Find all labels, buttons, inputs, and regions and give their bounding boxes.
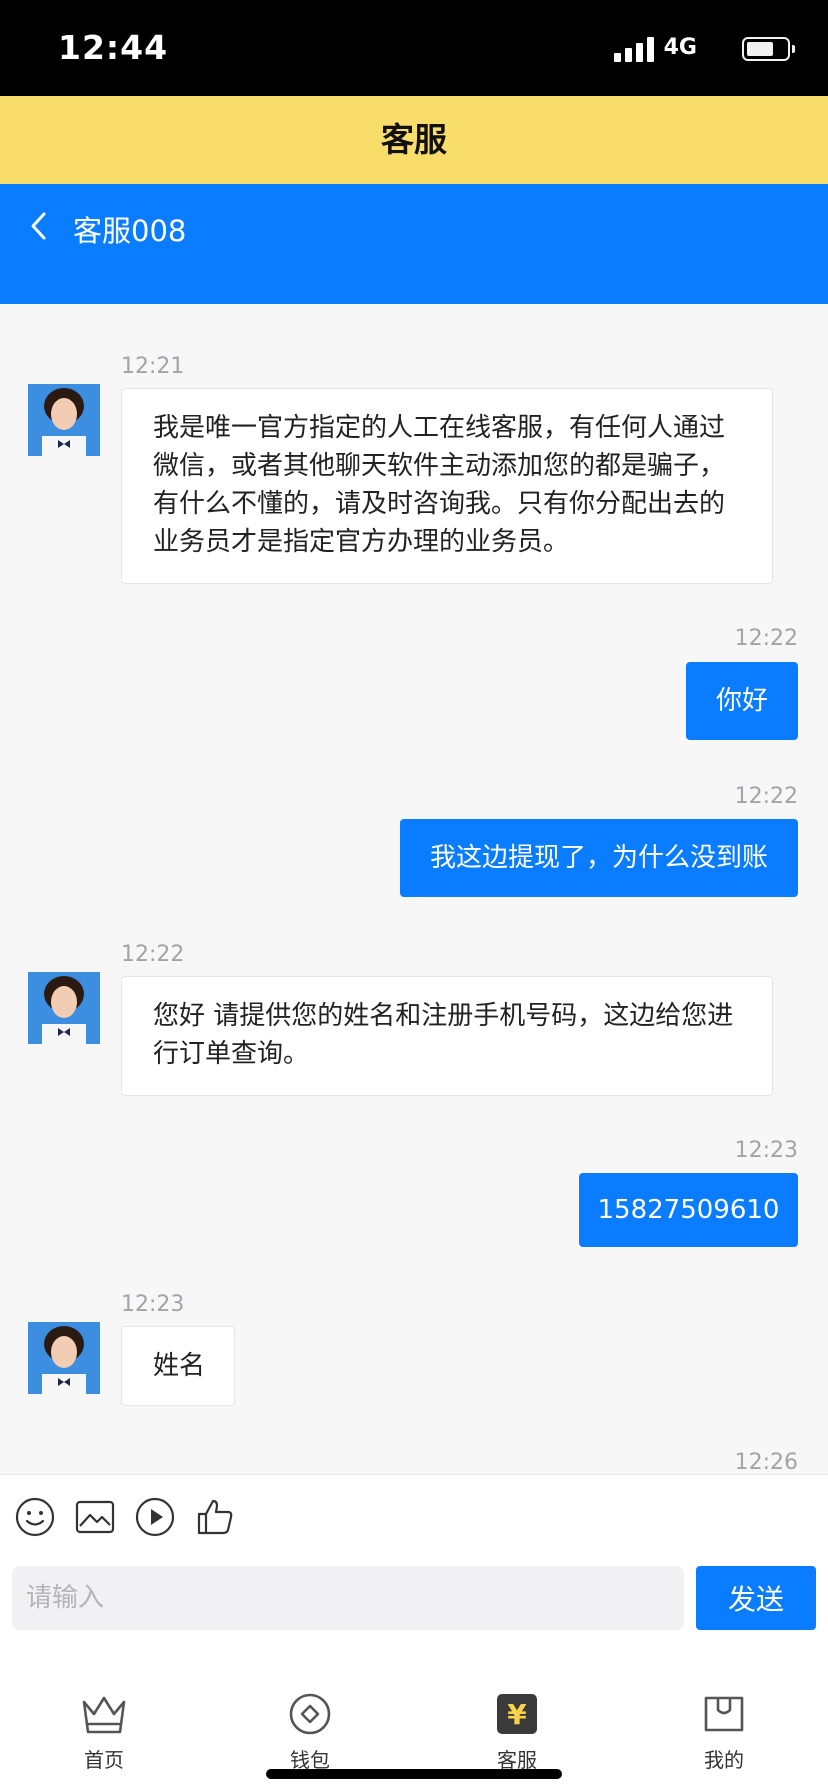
send-button[interactable]: 发送 — [696, 1566, 816, 1630]
composer: 发送 — [0, 1566, 828, 1636]
home-indicator — [266, 1769, 562, 1779]
tab-mine[interactable]: 我的 — [664, 1692, 784, 1773]
agent-message-bubble: 您好 请提供您的姓名和注册手机号码，这边给您进 行订单查询。 — [121, 976, 773, 1096]
status-time: 12:44 — [58, 28, 169, 67]
title-bar: 客服 — [0, 96, 828, 184]
back-icon[interactable] — [24, 206, 56, 246]
user-message-bubble: 我这边提现了，为什么没到账 — [400, 819, 798, 897]
profile-card-icon — [704, 1696, 744, 1732]
agent-message-bubble: 姓名 — [121, 1326, 235, 1406]
tab-home[interactable]: 首页 — [44, 1692, 164, 1773]
message-timestamp: 12:22 — [734, 784, 798, 809]
wallet-coin-icon — [289, 1693, 331, 1735]
agent-avatar — [28, 1322, 100, 1394]
status-bar: 12:44 4G — [0, 0, 828, 96]
user-message-bubble: 你好 — [686, 662, 798, 740]
crown-icon — [82, 1696, 126, 1734]
emoji-icon[interactable] — [15, 1497, 55, 1537]
chat-header: 客服008 — [0, 184, 828, 304]
signal-icon — [614, 36, 656, 62]
agent-avatar — [28, 384, 100, 456]
page-title: 客服 — [381, 120, 447, 159]
thumbs-up-icon[interactable] — [195, 1497, 235, 1537]
message-timestamp: 12:26 — [734, 1450, 798, 1474]
message-timestamp: 12:21 — [121, 354, 185, 379]
message-timestamp: 12:23 — [734, 1138, 798, 1163]
message-line: 微信，或者其他聊天软件主动添加您的都是骗子， — [153, 451, 726, 481]
message-line: 姓名 — [153, 1351, 206, 1381]
tab-wallet[interactable]: 钱包 — [250, 1692, 370, 1773]
message-line: 行订单查询。 — [153, 1039, 310, 1069]
message-timestamp: 12:22 — [121, 942, 185, 967]
message-line: 您好 请提供您的姓名和注册手机号码，这边给您进 — [153, 1001, 734, 1031]
message-line: 有什么不懂的，请及时咨询我。只有你分配出去的 — [153, 489, 726, 519]
tab-label: 我的 — [704, 1748, 744, 1772]
svg-text:¥: ¥ — [507, 1698, 527, 1731]
tab-label: 首页 — [84, 1748, 124, 1772]
image-icon[interactable] — [75, 1497, 115, 1537]
yen-icon: ¥ — [497, 1694, 537, 1734]
composer-toolbar — [0, 1474, 828, 1566]
message-timestamp: 12:22 — [734, 626, 798, 651]
agent-avatar — [28, 972, 100, 1044]
message-list[interactable]: 12:21 我是唯一官方指定的人工在线客服，有任何人通过 微信，或者其他聊天软件… — [0, 304, 828, 1474]
agent-message-bubble: 我是唯一官方指定的人工在线客服，有任何人通过 微信，或者其他聊天软件主动添加您的… — [121, 388, 773, 584]
user-message-bubble: 15827509610 — [579, 1173, 798, 1247]
agent-name: 客服008 — [73, 214, 187, 248]
message-line: 业务员才是指定官方办理的业务员。 — [153, 527, 570, 557]
network-type: 4G — [663, 35, 697, 60]
tab-customer-service[interactable]: ¥ 客服 — [457, 1692, 577, 1773]
message-timestamp: 12:23 — [121, 1292, 185, 1317]
battery-icon — [742, 37, 795, 61]
message-input[interactable] — [12, 1566, 684, 1630]
video-icon[interactable] — [135, 1497, 175, 1537]
message-line: 我是唯一官方指定的人工在线客服，有任何人通过 — [153, 413, 726, 443]
